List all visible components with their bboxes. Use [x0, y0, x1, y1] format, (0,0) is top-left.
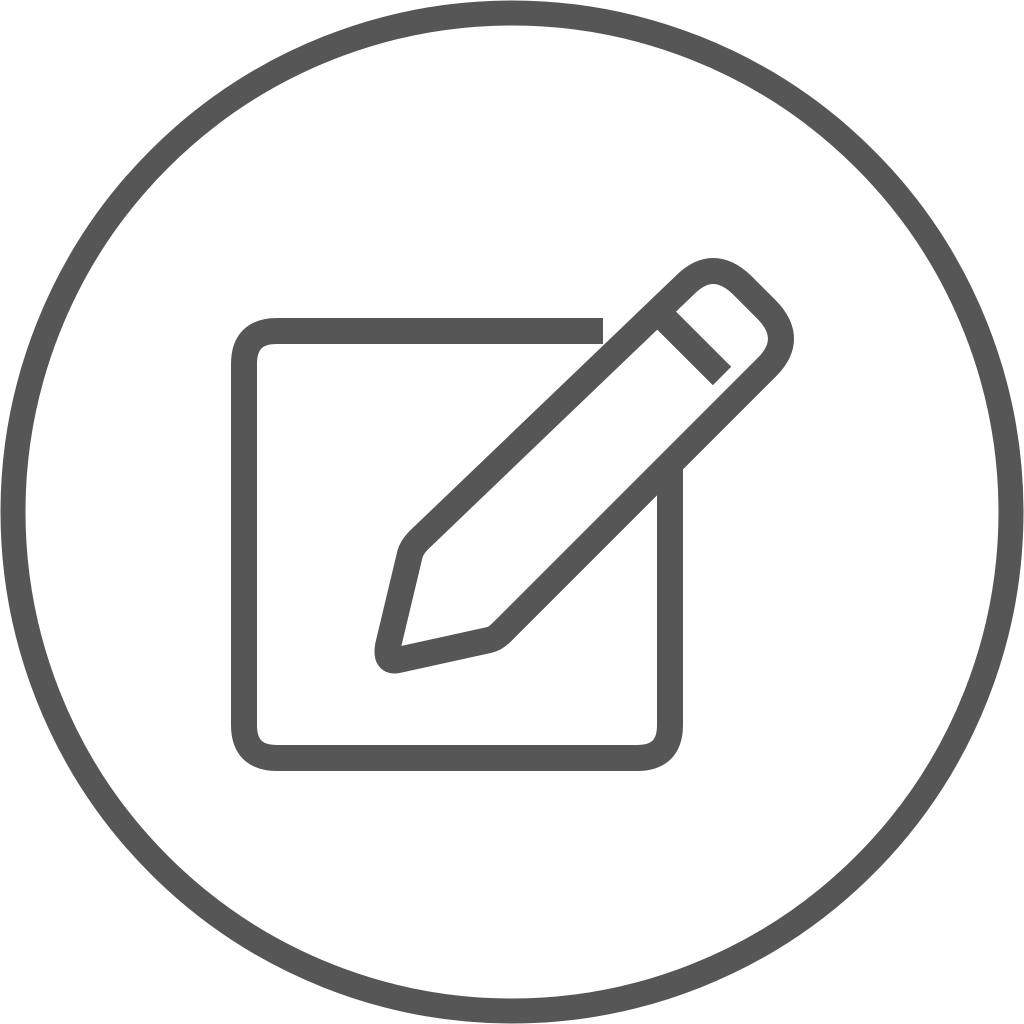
pencil-band [656, 310, 732, 386]
edit-icon-canvas [0, 0, 1024, 1024]
edit-icon[interactable] [0, 0, 1024, 1024]
outer-circle [0, 0, 1024, 1024]
